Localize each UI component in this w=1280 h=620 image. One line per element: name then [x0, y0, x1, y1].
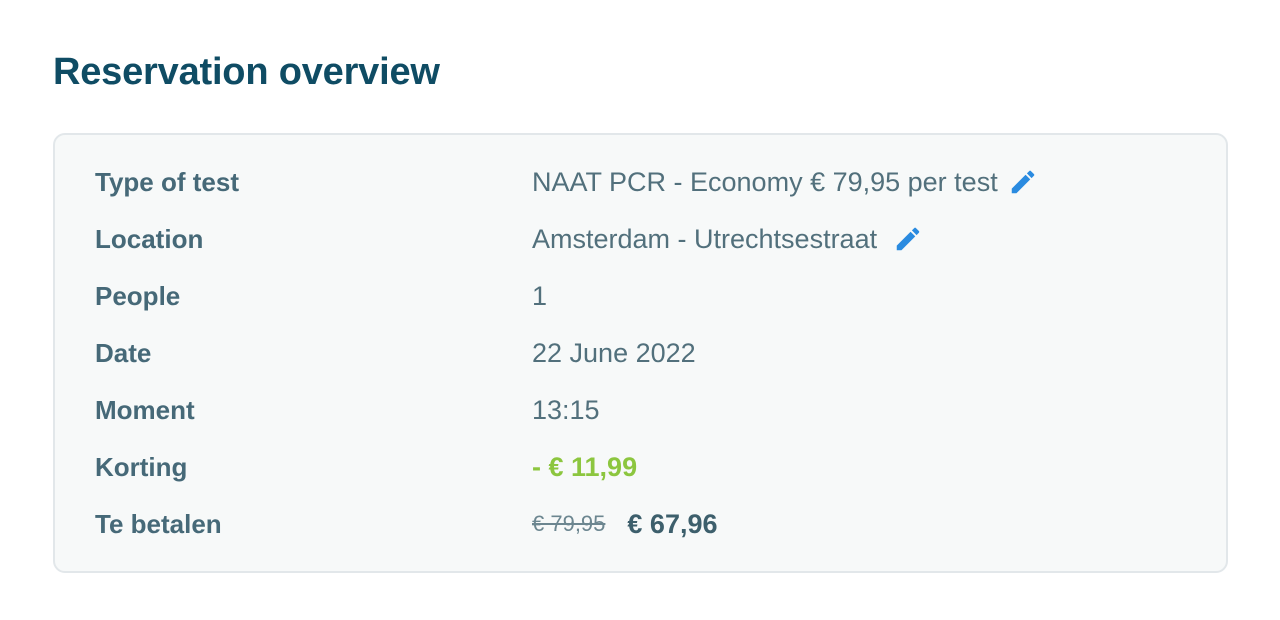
- type-of-test-label: Type of test: [95, 166, 239, 197]
- location-value-wrap: Amsterdam - Utrechtsestraat: [532, 224, 923, 255]
- row-type-of-test: Type of test NAAT PCR - Economy € 79,95 …: [95, 162, 1186, 202]
- page-title: Reservation overview: [53, 51, 440, 93]
- people-label: People: [95, 280, 181, 311]
- edit-location-pencil-icon[interactable]: [893, 224, 923, 254]
- date-label: Date: [95, 337, 152, 368]
- row-people: People 1: [95, 276, 1186, 316]
- date-value: 22 June 2022: [532, 337, 696, 368]
- new-price: € 67,96: [627, 508, 718, 539]
- korting-label: Korting: [95, 451, 188, 482]
- te-betalen-value-wrap: € 79,95 € 67,96: [532, 509, 718, 540]
- row-date: Date 22 June 2022: [95, 333, 1186, 373]
- type-of-test-value: NAAT PCR - Economy € 79,95 per test: [532, 166, 998, 197]
- pencil-icon: [896, 227, 920, 251]
- pencil-icon: [1011, 170, 1034, 194]
- location-value: Amsterdam - Utrechtsestraat: [532, 223, 878, 254]
- korting-value: - € 11,99: [532, 451, 638, 482]
- type-of-test-value-wrap: NAAT PCR - Economy € 79,95 per test: [532, 167, 1038, 198]
- reservation-overview-card: Type of test NAAT PCR - Economy € 79,95 …: [53, 133, 1228, 573]
- row-korting: Korting - € 11,99: [95, 447, 1186, 487]
- edit-type-of-test-pencil-icon[interactable]: [1008, 167, 1038, 197]
- location-label: Location: [95, 223, 204, 254]
- people-value: 1: [532, 280, 548, 311]
- row-moment: Moment 13:15: [95, 390, 1186, 430]
- row-te-betalen: Te betalen € 79,95 € 67,96: [95, 504, 1186, 544]
- moment-value: 13:15: [532, 394, 600, 425]
- row-location: Location Amsterdam - Utrechtsestraat: [95, 219, 1186, 259]
- te-betalen-label: Te betalen: [95, 508, 222, 539]
- old-price: € 79,95: [532, 511, 606, 536]
- moment-label: Moment: [95, 394, 195, 425]
